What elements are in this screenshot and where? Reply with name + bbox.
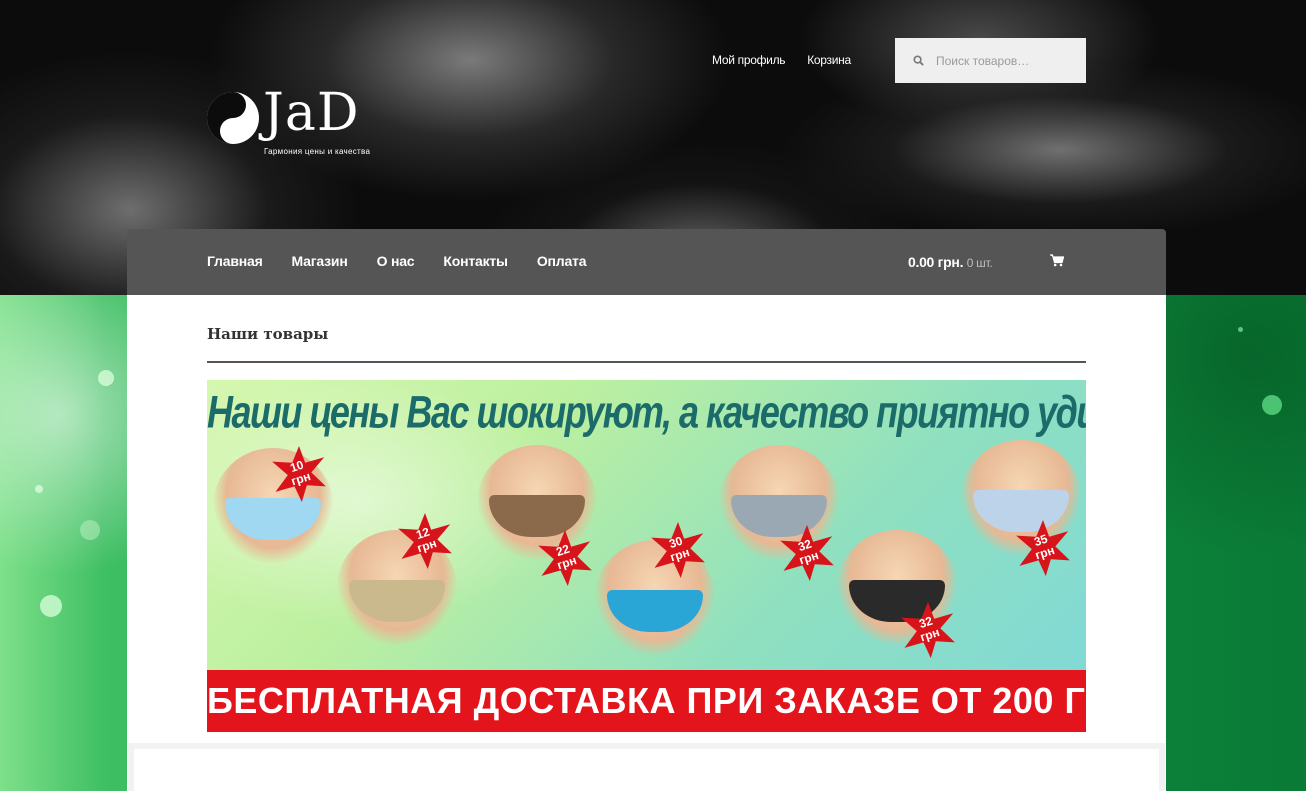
nav-item-about[interactable]: О нас — [377, 253, 415, 269]
secondary-nav: Мой профиль Корзина — [712, 53, 851, 67]
page-title: Наши товары — [207, 325, 329, 343]
products-panel — [134, 749, 1159, 791]
logo-wordmark: JaD — [263, 83, 360, 143]
banner-free-delivery: Бесплатная доставка при заказе от 200 гр… — [207, 670, 1086, 732]
search-input[interactable] — [936, 53, 1066, 68]
content-panel: Наши товары Наши цены Вас шокируют, а ка… — [127, 295, 1166, 791]
nav-item-contacts[interactable]: Контакты — [443, 253, 508, 269]
logo-tagline: Гармония цены и качества — [264, 147, 371, 156]
header-cart-summary[interactable]: 0.00 грн. 0 шт. — [908, 254, 993, 270]
cart-item-count: 0 шт. — [966, 256, 993, 270]
site-logo[interactable]: JaD Гармония цены и качества — [207, 79, 402, 159]
nav-item-home[interactable]: Главная — [207, 253, 263, 269]
primary-nav: Главная Магазин О нас Контакты Оплата — [207, 253, 615, 269]
banner-headline: Наши цены Вас шокируют, а качество прият… — [207, 386, 1086, 438]
cart-total-amount: 0.00 грн. — [908, 254, 964, 270]
shopping-cart-icon[interactable] — [1050, 254, 1064, 267]
main-navbar: Главная Магазин О нас Контакты Оплата 0.… — [127, 229, 1166, 295]
search-icon — [913, 55, 924, 66]
cart-link[interactable]: Корзина — [807, 53, 851, 67]
nav-item-payment[interactable]: Оплата — [537, 253, 587, 269]
title-divider — [207, 361, 1086, 363]
promo-banner[interactable]: Наши цены Вас шокируют, а качество прият… — [207, 380, 1086, 732]
yin-yang-logo-icon — [207, 92, 259, 144]
my-profile-link[interactable]: Мой профиль — [712, 53, 786, 67]
search-box — [895, 38, 1086, 83]
nav-item-shop[interactable]: Магазин — [292, 253, 348, 269]
